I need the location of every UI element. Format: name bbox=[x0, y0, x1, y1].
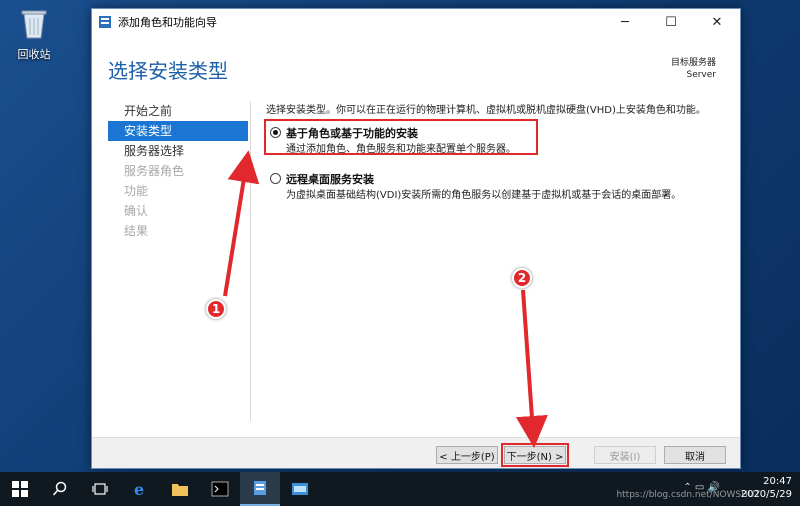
next-button[interactable]: 下一步(N) > bbox=[501, 443, 569, 467]
task-view-icon[interactable] bbox=[80, 472, 120, 506]
search-icon[interactable] bbox=[40, 472, 80, 506]
wizard-window: 添加角色和功能向导 ─ ☐ ✕ 选择安装类型 目标服务器 Server 开始之前… bbox=[91, 8, 741, 469]
target-server: 目标服务器 Server bbox=[671, 57, 716, 81]
wizard-header: 选择安装类型 目标服务器 Server bbox=[92, 35, 740, 97]
windows-start-icon[interactable] bbox=[0, 472, 40, 506]
nav-item-results: 结果 bbox=[124, 224, 149, 238]
close-button[interactable]: ✕ bbox=[694, 9, 740, 35]
remote-desktop-radio[interactable] bbox=[270, 173, 281, 184]
nav-item-server-selection[interactable]: 服务器选择 bbox=[108, 141, 248, 161]
minimize-button[interactable]: ─ bbox=[602, 9, 648, 35]
window-title: 添加角色和功能向导 bbox=[118, 16, 217, 29]
clock-date: 2020/5/29 bbox=[740, 489, 792, 500]
wizard-footer: < 上一步(P) 下一步(N) > 安装(I) 取消 bbox=[92, 437, 740, 468]
install-button: 安装(I) bbox=[594, 446, 656, 464]
annotation-marker-2: 2 bbox=[512, 268, 532, 288]
clock[interactable]: 20:47 2020/5/29 bbox=[741, 475, 792, 501]
svg-text:e: e bbox=[134, 480, 144, 498]
recycle-bin-icon bbox=[21, 10, 47, 39]
title-bar[interactable]: 添加角色和功能向导 ─ ☐ ✕ bbox=[92, 9, 740, 35]
cancel-button[interactable]: 取消 bbox=[664, 446, 726, 464]
wizard-content: 选择安装类型。你可以在正在运行的物理计算机、虚拟机或脱机虚拟硬盘(VHD)上安装… bbox=[266, 101, 726, 201]
nav-item-installation-type[interactable]: 安装类型 bbox=[108, 121, 248, 141]
clock-time: 20:47 bbox=[763, 476, 792, 487]
wizard-nav: 开始之前 安装类型 服务器选择 服务器角色 功能 确认 结果 bbox=[108, 101, 248, 241]
previous-button[interactable]: < 上一步(P) bbox=[436, 446, 498, 464]
maximize-button[interactable]: ☐ bbox=[648, 9, 694, 35]
ie-icon[interactable]: e bbox=[120, 472, 160, 506]
annotation-marker-1: 1 bbox=[206, 299, 226, 319]
page-title: 选择安装类型 bbox=[108, 59, 228, 83]
wizard-app-icon bbox=[99, 16, 111, 28]
nav-item-features: 功能 bbox=[124, 184, 149, 198]
file-explorer-icon[interactable] bbox=[160, 472, 200, 506]
target-server-label: 目标服务器 bbox=[670, 58, 716, 68]
highlight-box-option bbox=[264, 119, 538, 155]
nav-item-before-you-begin[interactable]: 开始之前 bbox=[108, 101, 248, 121]
nav-divider bbox=[250, 101, 251, 421]
remote-desktop-desc: 为虚拟桌面基础结构(VDI)安装所需的角色服务以创建基于虚拟机或基于会话的桌面部… bbox=[286, 190, 682, 201]
target-server-value: Server bbox=[686, 70, 716, 80]
nav-item-confirmation: 确认 bbox=[124, 204, 149, 218]
other-app-icon[interactable] bbox=[280, 472, 320, 506]
remote-desktop-title: 远程桌面服务安装 bbox=[286, 173, 374, 186]
server-manager-icon[interactable] bbox=[240, 472, 280, 506]
intro-text: 选择安装类型。你可以在正在运行的物理计算机、虚拟机或脱机虚拟硬盘(VHD)上安装… bbox=[266, 105, 706, 116]
desktop-icon-label: 回收站 bbox=[17, 48, 51, 61]
taskbar: e ⌃ ▭ 🔊 https://blog.csdn.net/NOWSHUT 20… bbox=[0, 472, 800, 506]
cmd-icon[interactable] bbox=[200, 472, 240, 506]
watermark-text: https://blog.csdn.net/NOWSHUT bbox=[616, 490, 760, 500]
desktop-icon-recycle-bin[interactable]: 回收站 bbox=[8, 6, 60, 62]
nav-item-server-roles: 服务器角色 bbox=[124, 164, 185, 178]
